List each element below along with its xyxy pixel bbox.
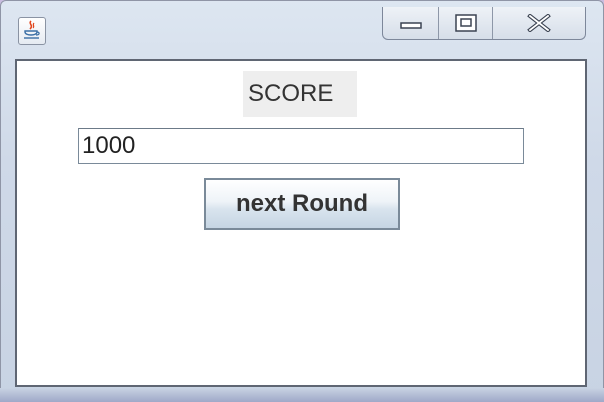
- title-bar[interactable]: [1, 1, 604, 57]
- window-controls: [382, 7, 586, 40]
- next-round-button[interactable]: next Round: [204, 178, 400, 230]
- java-cup-icon[interactable]: [18, 17, 46, 45]
- maximize-icon: [454, 14, 477, 32]
- close-button[interactable]: [493, 7, 585, 39]
- minimize-button[interactable]: [383, 7, 439, 39]
- minimize-icon: [399, 22, 422, 29]
- score-input[interactable]: [78, 128, 524, 164]
- close-icon: [527, 14, 551, 32]
- maximize-button[interactable]: [439, 7, 493, 39]
- desktop-background-strip: [0, 388, 604, 402]
- score-label: SCORE: [243, 71, 357, 117]
- content-panel: SCORE next Round: [15, 59, 587, 387]
- application-window: SCORE next Round: [0, 0, 604, 402]
